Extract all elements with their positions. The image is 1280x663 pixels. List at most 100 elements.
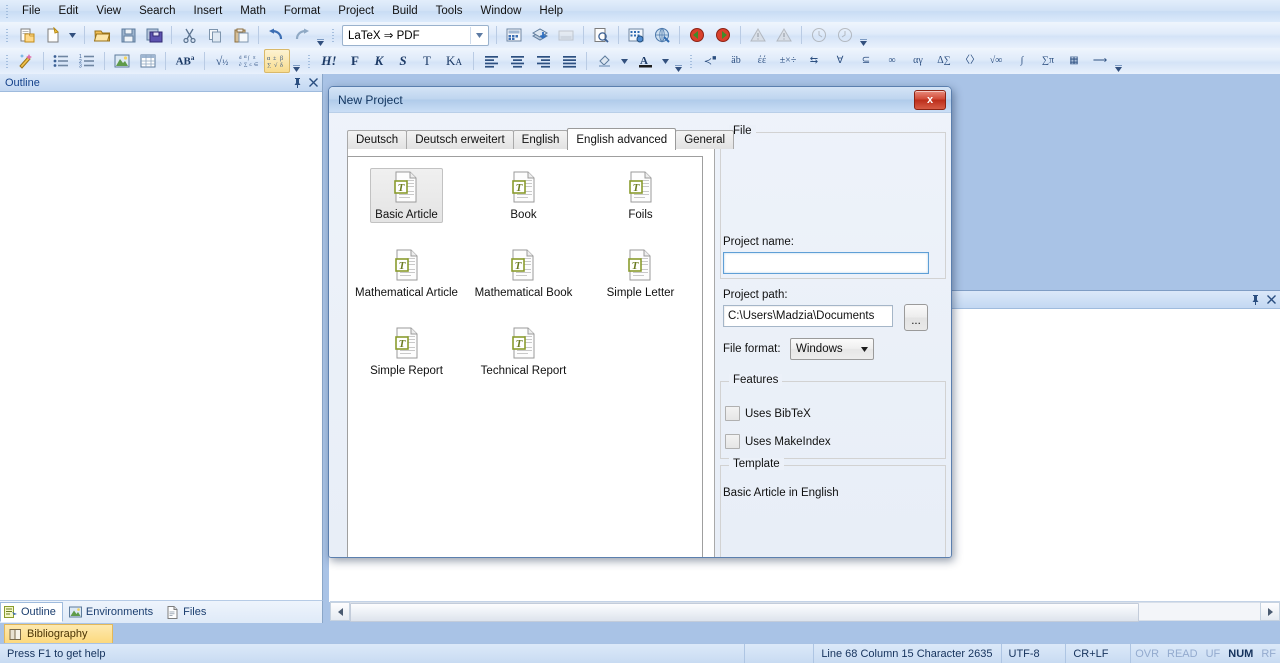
status-flag-uf[interactable]: UF — [1202, 644, 1225, 663]
slanted-icon[interactable]: S — [392, 49, 414, 73]
previous-error-icon[interactable] — [685, 23, 709, 47]
insert-table-icon[interactable] — [136, 49, 160, 73]
close-icon[interactable]: x — [914, 90, 946, 110]
heading-icon[interactable]: H! — [316, 49, 342, 73]
toolbar-overflow-icon-2[interactable] — [858, 24, 869, 47]
enumerate-icon[interactable]: 123 — [75, 49, 99, 73]
template-item-technical-report[interactable]: T Technical Report — [465, 318, 582, 396]
toolbar-overflow-icon-4[interactable] — [673, 50, 684, 73]
template-item-simple-report[interactable]: T Simple Report — [348, 318, 465, 396]
status-line-ending[interactable]: CR+LF — [1066, 644, 1132, 663]
save-all-icon[interactable] — [142, 23, 166, 47]
scroll-right-icon[interactable] — [1260, 602, 1280, 621]
align-justify-icon[interactable] — [557, 49, 581, 73]
previous-badbox-icon[interactable] — [807, 23, 831, 47]
highlight-dropdown-icon[interactable] — [618, 49, 631, 73]
previous-warning-icon[interactable] — [746, 23, 770, 47]
new-file-icon[interactable] — [40, 23, 64, 47]
menu-item-format[interactable]: Format — [275, 2, 329, 20]
toolbar-grip-1[interactable] — [3, 27, 11, 43]
typewriter-icon[interactable]: T — [416, 49, 438, 73]
status-encoding[interactable]: UTF-8 — [1002, 644, 1067, 663]
checkbox-icon[interactable] — [725, 434, 740, 449]
math-formula-icon[interactable]: √½ — [210, 49, 234, 73]
close-icon[interactable] — [1264, 293, 1278, 307]
toolbar-overflow-icon-5[interactable] — [1113, 50, 1124, 73]
chevron-down-icon[interactable] — [856, 346, 873, 352]
math-logic-icon[interactable]: ∀ — [828, 49, 852, 73]
horizontal-scrollbar[interactable] — [330, 601, 1280, 622]
menu-item-help[interactable]: Help — [530, 2, 572, 20]
toolbar-overflow-icon[interactable] — [315, 24, 326, 47]
template-item-basic-article[interactable]: T Basic Article — [348, 162, 465, 240]
checkbox-icon[interactable] — [725, 406, 740, 421]
scroll-left-icon[interactable] — [330, 602, 350, 621]
superscript-icon[interactable]: ABa — [171, 49, 199, 73]
menu-item-search[interactable]: Search — [130, 2, 184, 20]
math-matrix-icon[interactable]: ▦ — [1062, 49, 1086, 73]
scrollbar-thumb[interactable] — [350, 603, 1139, 622]
math-root-icon[interactable]: √∞ — [984, 49, 1008, 73]
toolbar-overflow-icon-3[interactable] — [291, 50, 302, 73]
tab-english-advanced[interactable]: English advanced — [567, 128, 677, 150]
math-relation-icon[interactable]: ≺■ — [698, 49, 722, 73]
new-project-icon[interactable] — [14, 23, 38, 47]
outline-tab-environments[interactable]: Environments — [65, 602, 160, 622]
dialog-titlebar[interactable]: New Project x — [329, 87, 951, 113]
math-delta-icon[interactable]: Δ∑ — [932, 49, 956, 73]
close-icon[interactable] — [306, 76, 320, 90]
project-name-input[interactable] — [723, 252, 929, 274]
math-greek-icon[interactable]: έέ — [750, 49, 774, 73]
status-flag-num[interactable]: NUM — [1224, 644, 1257, 663]
menu-item-file[interactable]: File — [13, 2, 50, 20]
font-color-icon[interactable]: A — [633, 49, 657, 73]
menu-item-project[interactable]: Project — [329, 2, 383, 20]
math-symbols-icon[interactable]: d α ∫ π ∂ ∑ ≤ ∈ — [236, 49, 262, 73]
template-item-mathematical-book[interactable]: T Mathematical Book — [465, 240, 582, 318]
forward-search-icon[interactable] — [624, 23, 648, 47]
tab-english[interactable]: English — [512, 130, 569, 149]
math-arrow-icon[interactable]: ⇆ — [802, 49, 826, 73]
stop-build-icon[interactable] — [554, 23, 578, 47]
toolbar-grip-2[interactable] — [329, 27, 337, 43]
uses-makeindex-checkbox[interactable]: Uses MakeIndex — [725, 434, 831, 449]
file-format-select[interactable]: Windows — [790, 338, 874, 360]
save-icon[interactable] — [116, 23, 140, 47]
outline-tab-outline[interactable]: Outline — [0, 602, 63, 622]
cut-icon[interactable] — [177, 23, 201, 47]
copy-icon[interactable] — [203, 23, 227, 47]
math-bracket-icon[interactable]: 〈〉 — [958, 49, 982, 73]
wizard-icon[interactable] — [14, 49, 38, 73]
build-icon[interactable] — [502, 23, 526, 47]
paste-icon[interactable] — [229, 23, 253, 47]
template-item-simple-letter[interactable]: T Simple Letter — [582, 240, 699, 318]
menu-item-insert[interactable]: Insert — [185, 2, 232, 20]
inverse-search-icon[interactable] — [650, 23, 674, 47]
undo-icon[interactable] — [264, 23, 288, 47]
font-color-dropdown-icon[interactable] — [659, 49, 672, 73]
math-accent-icon[interactable]: äb — [724, 49, 748, 73]
next-badbox-icon[interactable] — [833, 23, 857, 47]
menu-bar-grip[interactable] — [3, 3, 11, 19]
math-longarrow-icon[interactable]: ⟶ — [1088, 49, 1112, 73]
chevron-down-icon[interactable] — [470, 26, 487, 44]
tab-deutsch[interactable]: Deutsch — [347, 130, 408, 149]
open-icon[interactable] — [90, 23, 114, 47]
next-error-icon[interactable] — [711, 23, 735, 47]
insert-graphic-icon[interactable] — [110, 49, 134, 73]
scrollbar-track[interactable] — [350, 602, 1260, 622]
view-pdf-icon[interactable] — [589, 23, 613, 47]
itemize-icon[interactable] — [49, 49, 73, 73]
template-item-mathematical-article[interactable]: T Mathematical Article — [348, 240, 465, 318]
math-panel-icon[interactable]: α ± β ∑ √ δ — [264, 49, 290, 73]
menu-item-build[interactable]: Build — [383, 2, 427, 20]
uses-bibtex-checkbox[interactable]: Uses BibTeX — [725, 406, 811, 421]
math-subset-icon[interactable]: ⊆ — [854, 49, 878, 73]
menu-item-window[interactable]: Window — [472, 2, 531, 20]
highlight-color-icon[interactable] — [592, 49, 616, 73]
build-run-icon[interactable] — [528, 23, 552, 47]
template-list[interactable]: T Basic Article T Book T Foils T Mathema… — [347, 156, 703, 557]
toolbar-grip-4[interactable] — [305, 53, 313, 69]
math-infinity-icon[interactable]: ∞ — [880, 49, 904, 73]
menu-item-view[interactable]: View — [87, 2, 130, 20]
